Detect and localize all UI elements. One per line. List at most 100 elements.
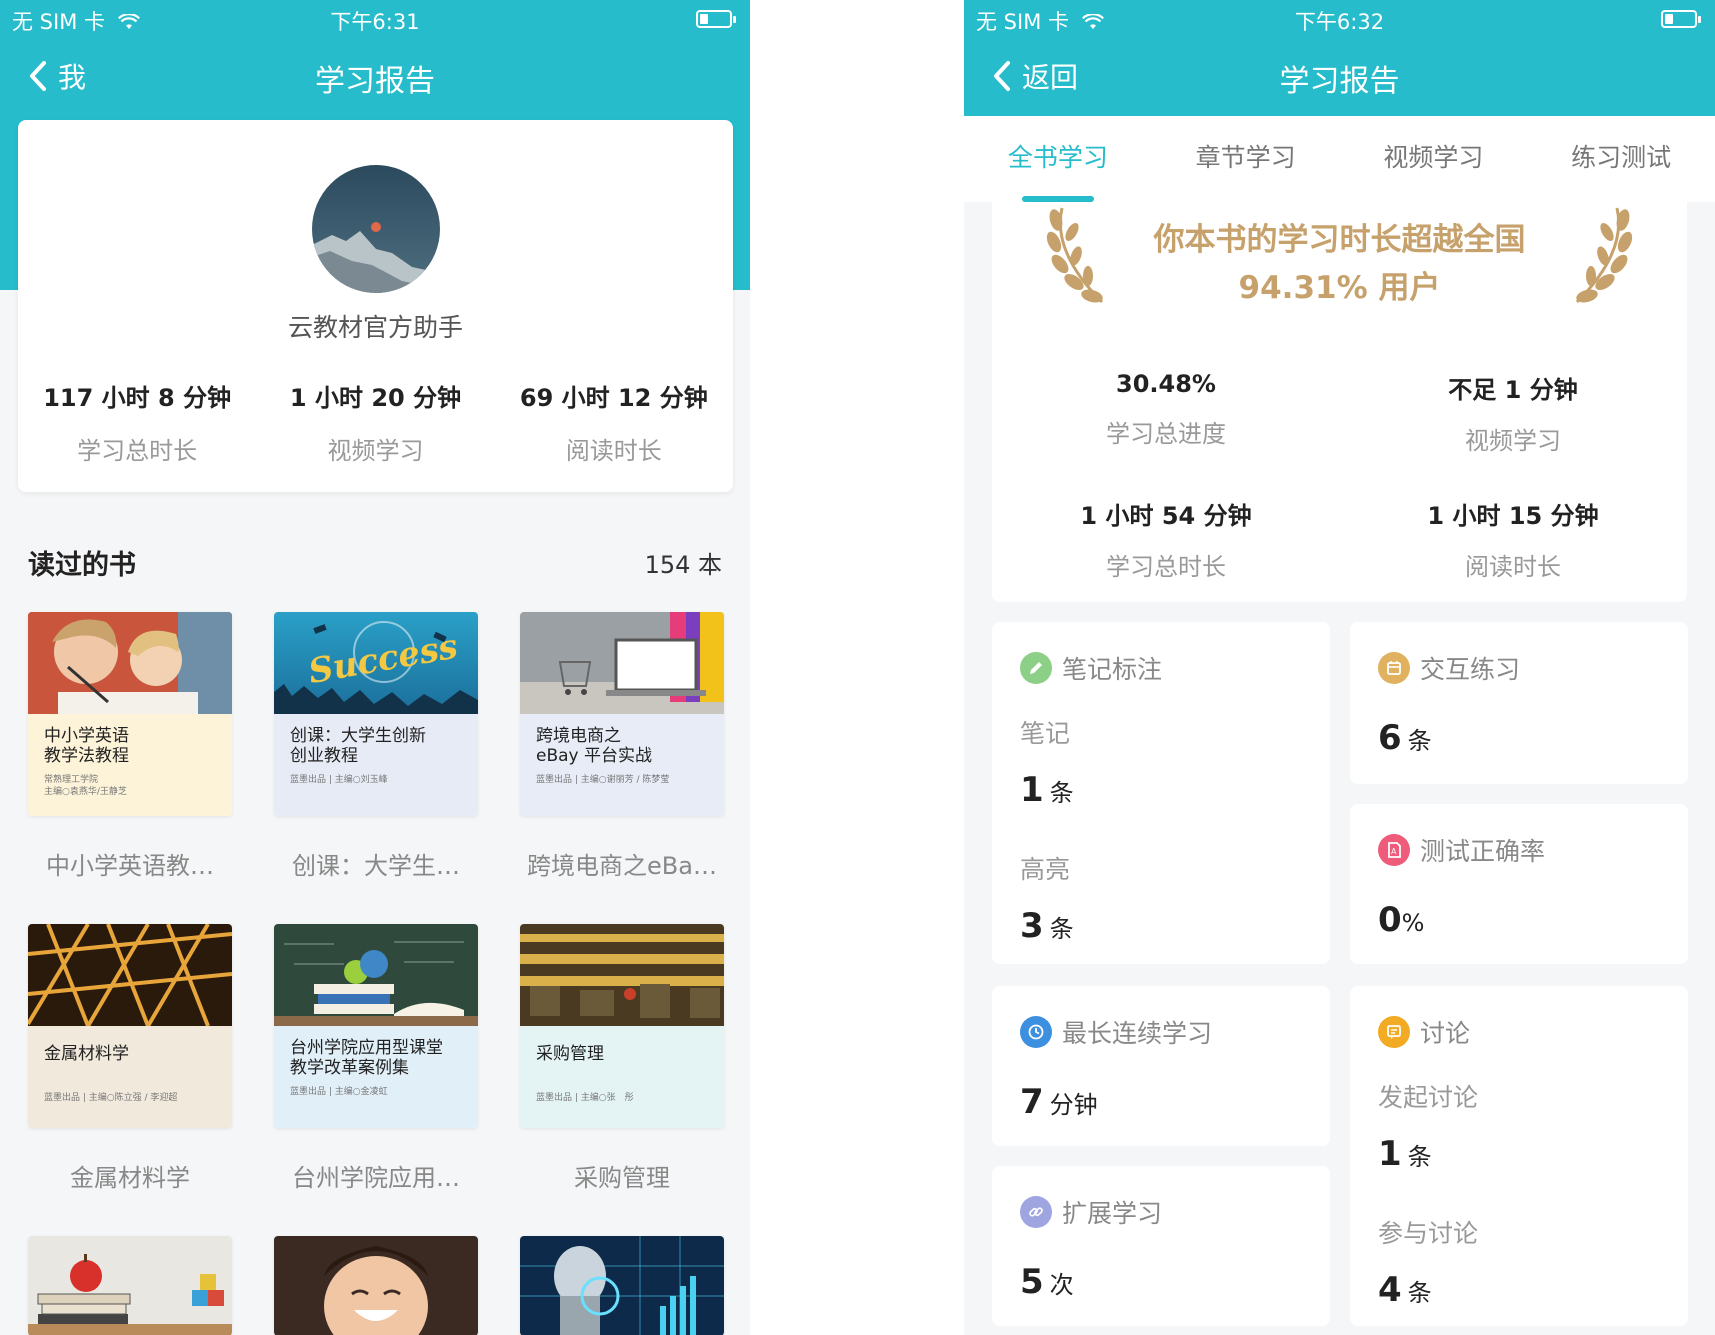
avatar[interactable] — [312, 165, 440, 293]
card-title: 扩展学习 — [1062, 1199, 1163, 1228]
status-time: 下午6:31 — [330, 10, 420, 34]
book-cover[interactable]: 台州学院应用型课堂 教学改革案例集 蓝墨出品 | 主编○金凌虹 — [274, 924, 478, 1128]
stat-label: 学习总时长 — [77, 437, 198, 465]
unit-label: % — [1401, 909, 1425, 937]
stat-label: 学习总时长 — [1106, 553, 1226, 581]
stat-value: 1 小时 20 分钟 — [289, 384, 462, 412]
battery-icon — [1661, 10, 1701, 28]
card-title: 讨论 — [1420, 1019, 1471, 1048]
streak-card[interactable]: 最长连续学习 7 分钟 — [992, 986, 1330, 1146]
book-cover[interactable]: 采购管理 蓝墨出品 | 主编○张 彤 — [520, 924, 724, 1128]
book-caption: 金属材料学 — [70, 1164, 190, 1192]
tab-whole-book[interactable]: 全书学习 — [964, 116, 1152, 202]
report-tabs: 全书学习 章节学习 视频学习 练习测试 — [964, 116, 1715, 202]
book-cover-subtitle: 蓝墨出品 | 主编○谢丽芳 / 陈梦莹 — [536, 775, 670, 785]
book-cover[interactable] — [520, 1236, 724, 1335]
tab-practice-test[interactable]: 练习测试 — [1527, 116, 1715, 202]
extend-number: 5 — [1020, 1262, 1044, 1302]
test-doc-icon: A — [1378, 834, 1410, 866]
stat-value: 不足 1 分钟 — [1448, 376, 1578, 404]
book-cover-title: 跨境电商之 eBay 平台实战 — [536, 726, 653, 766]
book-cover[interactable]: 跨境电商之 eBay 平台实战 蓝墨出品 | 主编○谢丽芳 / 陈梦莹 — [520, 612, 724, 816]
book-item[interactable]: 台州学院应用型课堂 教学改革案例集 蓝墨出品 | 主编○金凌虹 台州学院应用… — [274, 924, 478, 1193]
stat-reading-time: 69 小时 12 分钟 阅读时长 — [495, 378, 733, 466]
streak-number: 7 — [1020, 1082, 1044, 1122]
accuracy-card[interactable]: A 测试正确率 0% — [1350, 804, 1688, 964]
book-cover[interactable]: 中小学英语 教学法教程 常熟理工学院 主编○袁燕华/王静芝 — [28, 612, 232, 816]
unit-label: 次 — [1049, 1271, 1074, 1299]
book-item[interactable]: 跨境电商之 eBay 平台实战 蓝墨出品 | 主编○谢丽芳 / 陈梦莹 跨境电商… — [520, 612, 724, 881]
unit-label: 条 — [1407, 1279, 1432, 1307]
books-count: 154 本 — [644, 551, 722, 579]
book-cover-subtitle: 蓝墨出品 | 主编○刘玉峰 — [290, 775, 388, 785]
discussion-icon — [1378, 1016, 1410, 1048]
stat-value: 117 小时 8 分钟 — [43, 384, 232, 412]
pencil-icon — [1020, 652, 1052, 684]
tab-video[interactable]: 视频学习 — [1340, 116, 1528, 202]
extend-value: 5次 — [1020, 1262, 1302, 1302]
stat-progress: 30.48% 学习总进度 — [992, 370, 1340, 449]
stat-label: 视频学习 — [1465, 427, 1561, 455]
start-discussion-value: 1 — [1378, 1134, 1402, 1174]
profile-card: 云教材官方助手 117 小时 8 分钟 学习总时长 1 小时 20 分钟 视频学习 … — [18, 120, 733, 492]
book-cover-title: 中小学英语 教学法教程 — [44, 726, 129, 766]
streak-value: 7 分钟 — [1020, 1082, 1302, 1122]
status-time: 下午6:32 — [1294, 10, 1385, 34]
tab-chapter[interactable]: 章节学习 — [1152, 116, 1340, 202]
rank-banner: 你本书的学习时长超越全国 94.31% 用户 — [992, 216, 1687, 312]
unit-label: 条 — [1407, 1143, 1432, 1171]
stat-total-time: 1 小时 54 分钟 学习总时长 — [992, 496, 1340, 582]
book-item[interactable] — [520, 1236, 724, 1335]
book-cover-subtitle: 蓝墨出品 | 主编○金凌虹 — [290, 1087, 388, 1097]
page-title: 学习报告 — [315, 64, 435, 99]
practice-count-value: 6 — [1378, 718, 1402, 758]
book-item[interactable] — [28, 1236, 232, 1335]
calendar-icon — [1378, 652, 1410, 684]
book-cover-title: 采购管理 — [536, 1044, 604, 1064]
stat-value: 30.48% — [1116, 370, 1216, 398]
book-item[interactable]: Success 创课：大学生创新 创业教程 蓝墨出品 | 主编○刘玉峰 创课：大… — [274, 612, 478, 881]
unit-label: 条 — [1049, 915, 1074, 943]
book-cover-subtitle: 蓝墨出品 | 主编○张 彤 — [536, 1093, 634, 1103]
join-discussion-count: 4条 — [1378, 1270, 1660, 1310]
practice-count: 6条 — [1378, 718, 1660, 758]
start-discussion-label: 发起讨论 — [1378, 1083, 1479, 1112]
extend-card[interactable]: 扩展学习 5次 — [992, 1166, 1330, 1326]
link-icon — [1020, 1196, 1052, 1228]
card-title: 最长连续学习 — [1062, 1019, 1213, 1048]
join-discussion-label: 参与讨论 — [1378, 1219, 1479, 1248]
book-item[interactable]: 中小学英语 教学法教程 常熟理工学院 主编○袁燕华/王静芝 中小学英语教… — [28, 612, 232, 881]
book-cover[interactable] — [274, 1236, 478, 1335]
svg-text:A: A — [1391, 847, 1397, 856]
stat-value: 69 小时 12 分钟 — [519, 384, 708, 412]
practice-card[interactable]: 交互练习 6条 — [1350, 622, 1688, 784]
book-cover-title: 金属材料学 — [44, 1044, 129, 1064]
book-cover[interactable] — [28, 1236, 232, 1335]
status-bar: 无 SIM 卡 下午6:32 — [964, 0, 1715, 36]
stat-value: 1 小时 15 分钟 — [1427, 502, 1599, 530]
summary-card: 你本书的学习时长超越全国 94.31% 用户 30.48% 学习总进度 不足 1 … — [992, 202, 1687, 602]
notes-card[interactable]: 笔记标注 笔记 1条 高亮 3条 — [992, 622, 1330, 964]
highlight-count-value: 3 — [1020, 906, 1044, 946]
battery-icon — [696, 10, 736, 28]
discussion-card[interactable]: 讨论 发起讨论 1条 参与讨论 4条 — [1350, 986, 1688, 1326]
book-caption: 跨境电商之eBa… — [527, 852, 717, 880]
book-item[interactable] — [274, 1236, 478, 1335]
book-cover-title: 创课：大学生创新 创业教程 — [290, 726, 426, 766]
stat-video-time: 1 小时 20 分钟 视频学习 — [256, 378, 494, 466]
clock-icon — [1020, 1016, 1052, 1048]
card-title: 交互练习 — [1420, 655, 1521, 684]
book-item[interactable]: 采购管理 蓝墨出品 | 主编○张 彤 采购管理 — [520, 924, 724, 1193]
books-section-title: 读过的书 — [28, 550, 136, 581]
rank-line1: 你本书的学习时长超越全国 — [1153, 222, 1526, 258]
rank-line2: 94.31% 用户 — [1238, 270, 1441, 306]
book-cover-title: 台州学院应用型课堂 教学改革案例集 — [290, 1038, 443, 1078]
accuracy-number: 0 — [1378, 900, 1402, 940]
notes-label: 笔记 — [1020, 719, 1071, 748]
book-cover[interactable]: 金属材料学 蓝墨出品 | 主编○陈立强 / 李迎超 — [28, 924, 232, 1128]
books-section-header: 读过的书 154 本 — [28, 543, 722, 582]
book-item[interactable]: 金属材料学 蓝墨出品 | 主编○陈立强 / 李迎超 金属材料学 — [28, 924, 232, 1193]
stat-label: 视频学习 — [327, 437, 424, 465]
nav-bar: 返回 学习报告 — [964, 36, 1715, 118]
book-cover[interactable]: Success 创课：大学生创新 创业教程 蓝墨出品 | 主编○刘玉峰 — [274, 612, 478, 816]
